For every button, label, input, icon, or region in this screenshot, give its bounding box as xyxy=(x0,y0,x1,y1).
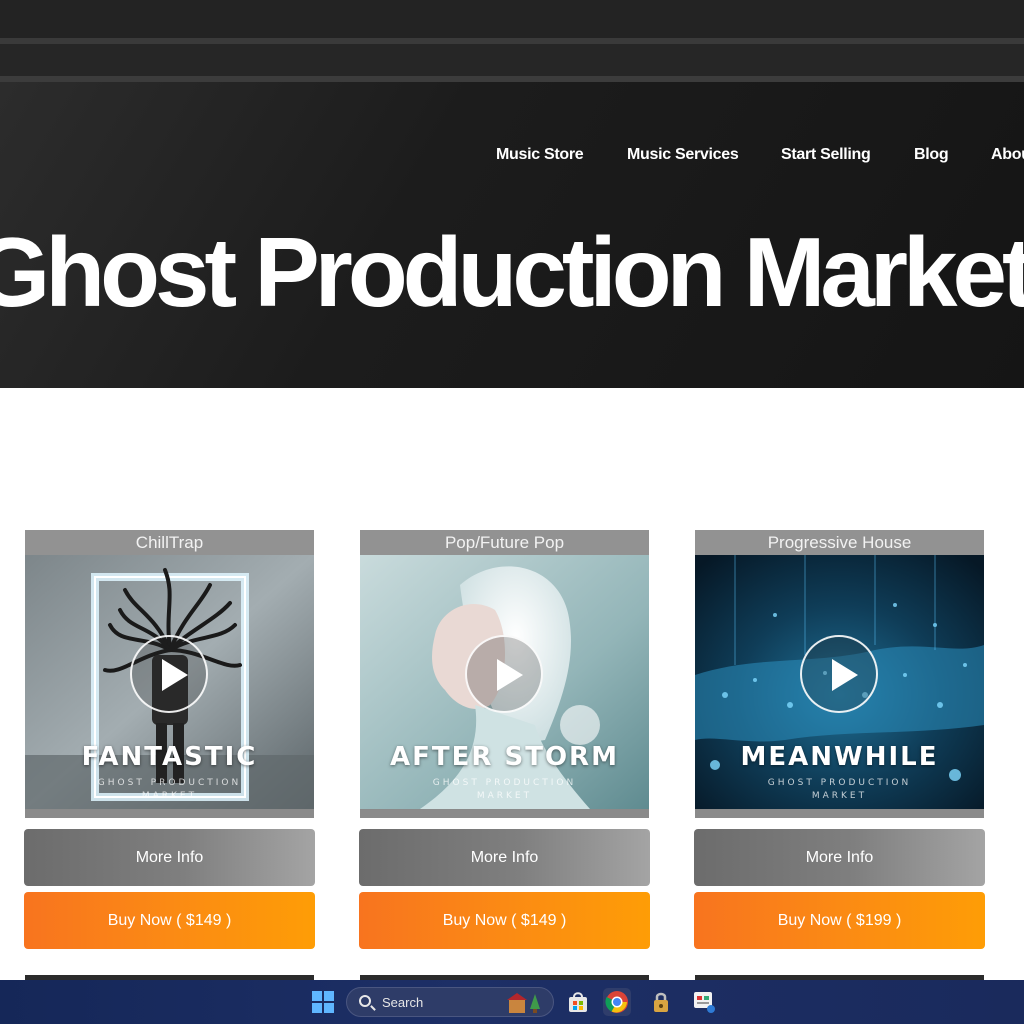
page-title: Ghost Production Market xyxy=(0,217,1024,327)
track-title: FANTASTIC xyxy=(81,742,258,772)
buy-now-button[interactable]: Buy Now ( $149 ) xyxy=(359,892,650,949)
track-title: AFTER STORM xyxy=(390,742,619,772)
search-label: Search xyxy=(382,995,424,1010)
chrome-icon[interactable] xyxy=(603,988,631,1016)
taskbar-search[interactable]: Search xyxy=(346,987,554,1017)
buy-now-button[interactable]: Buy Now ( $149 ) xyxy=(24,892,315,949)
more-info-button[interactable]: More Info xyxy=(694,829,985,886)
cover-bottom-strip xyxy=(25,809,314,818)
play-icon[interactable] xyxy=(130,635,208,713)
nav-start-selling[interactable]: Start Selling xyxy=(781,146,871,164)
track-title: MEANWHILE xyxy=(740,742,939,772)
taskbar: Search xyxy=(0,980,1024,1024)
search-highlight-icon xyxy=(505,991,545,1015)
store-icon[interactable] xyxy=(564,988,592,1016)
nav-music-services[interactable]: Music Services xyxy=(627,146,739,164)
track-subtitle: GHOST PRODUCTION MARKET xyxy=(97,778,242,801)
play-icon[interactable] xyxy=(465,635,543,713)
track-subtitle: GHOST PRODUCTION MARKET xyxy=(767,778,912,801)
security-icon[interactable] xyxy=(647,988,675,1016)
app-icon[interactable] xyxy=(690,988,718,1016)
main-nav: Music Store Music Services Start Selling… xyxy=(0,146,1024,170)
nav-about[interactable]: About xyxy=(991,146,1024,164)
cover-bottom-strip xyxy=(360,809,649,818)
chrome-toolbar xyxy=(0,44,1024,76)
nav-blog[interactable]: Blog xyxy=(914,146,949,164)
browser-chrome xyxy=(0,0,1024,82)
windows-start-icon[interactable] xyxy=(312,991,334,1013)
product-cover: Progressive House MEANWHILE GHOST PRODUC… xyxy=(695,530,984,818)
genre-label: ChillTrap xyxy=(25,530,314,555)
genre-label: Progressive House xyxy=(695,530,984,555)
buy-now-button[interactable]: Buy Now ( $199 ) xyxy=(694,892,985,949)
product-cover: Pop/Future Pop AFTER STORM GHOST PRODUCT… xyxy=(360,530,649,818)
hero-banner: Music Store Music Services Start Selling… xyxy=(0,82,1024,388)
cover-bottom-strip xyxy=(695,809,984,818)
genre-label: Pop/Future Pop xyxy=(360,530,649,555)
more-info-button[interactable]: More Info xyxy=(359,829,650,886)
nav-music-store[interactable]: Music Store xyxy=(496,146,584,164)
more-info-button[interactable]: More Info xyxy=(24,829,315,886)
track-subtitle: GHOST PRODUCTION MARKET xyxy=(432,778,577,801)
play-icon[interactable] xyxy=(800,635,878,713)
search-icon xyxy=(359,995,371,1007)
product-cover: ChillTrap FANTASTIC GHOST PRODUCTION MAR… xyxy=(25,530,314,818)
